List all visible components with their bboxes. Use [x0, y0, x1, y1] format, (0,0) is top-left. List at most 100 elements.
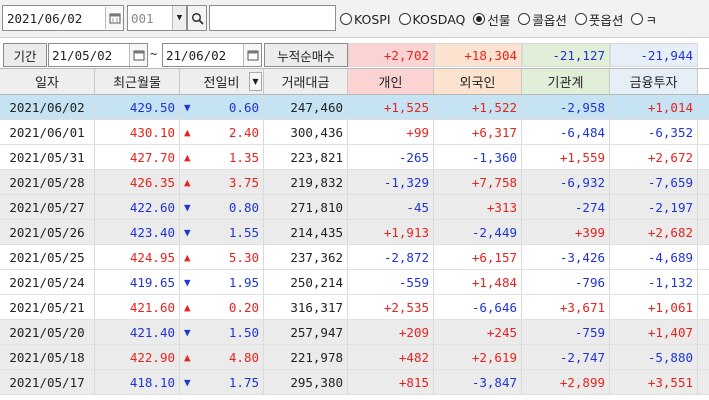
- code-combobox[interactable]: 001 ▼: [127, 5, 187, 31]
- triangle-down-icon: ▼: [184, 225, 191, 239]
- table-row[interactable]: 2021/06/02 429.50 ▼ 0.60 247,460 +1,525 +1,522…: [0, 95, 709, 120]
- period-to-field[interactable]: 21/06/02: [162, 43, 262, 67]
- radio-circle-icon[interactable]: [473, 13, 486, 25]
- calendar-icon[interactable]: [129, 44, 147, 66]
- indiv-net-buy-cell: +2,535: [348, 295, 434, 319]
- change-value: 1.75: [228, 374, 259, 390]
- column-header-label: 전일비: [203, 76, 240, 91]
- triangle-down-icon: ▼: [184, 200, 191, 214]
- market-radio-4[interactable]: 풋옵션: [574, 10, 623, 29]
- fin-net-buy-cell: -4,689: [610, 245, 698, 269]
- market-radio-group: KOSPI KOSDAQ 선물 콜옵션 풋옵션 ㅋ: [340, 0, 657, 38]
- table-row[interactable]: 2021/05/28 426.35 ▲ 3.75 219,832 -1,329 +7,758…: [0, 170, 709, 195]
- fin-net-buy-cell: -1,132: [610, 270, 698, 294]
- period-from-value: 21/05/02: [52, 47, 113, 63]
- calendar-icon[interactable]: [105, 7, 123, 29]
- radio-circle-icon[interactable]: [518, 13, 531, 25]
- date-cell: 2021/05/24: [0, 270, 95, 294]
- triangle-up-icon: ▲: [184, 175, 191, 189]
- table-row[interactable]: 2021/06/01 430.10 ▲ 2.40 300,436 +99 +6,317 -6,…: [0, 120, 709, 145]
- indiv-net-buy-cell: -2,872: [348, 245, 434, 269]
- table-row[interactable]: 2021/05/26 423.40 ▼ 1.55 214,435 +1,913 -2,449…: [0, 220, 709, 245]
- change-value: 0.80: [228, 199, 259, 215]
- radio-circle-icon[interactable]: [631, 13, 644, 25]
- market-radio-2[interactable]: 선물: [473, 10, 510, 29]
- change-cell: ▲ 0.20: [180, 295, 264, 319]
- table-row[interactable]: 2021/05/17 418.10 ▼ 1.75 295,380 +815 -3,847 +2…: [0, 370, 709, 395]
- cumulative-net-buy-label: 누적순매수: [264, 43, 348, 67]
- date-cell: 2021/05/17: [0, 370, 95, 394]
- foreign-net-buy-cell: +6,157: [434, 245, 522, 269]
- indiv-net-buy-cell: -1,329: [348, 170, 434, 194]
- indiv-net-buy-cell: +99: [348, 120, 434, 144]
- column-header-7[interactable]: 금융투자: [610, 69, 698, 94]
- column-header-1[interactable]: 최근월물: [95, 69, 180, 94]
- price-cell: 421.60: [95, 295, 180, 319]
- table-row[interactable]: 2021/05/25 424.95 ▲ 5.30 237,362 -2,872 +6,157…: [0, 245, 709, 270]
- base-date-field[interactable]: 2021/06/02: [2, 5, 124, 31]
- inst-net-buy-cell: -796: [522, 270, 610, 294]
- inst-net-buy-cell: +1,559: [522, 145, 610, 169]
- column-header-0[interactable]: 일자: [0, 69, 95, 94]
- table-row[interactable]: 2021/05/20 421.40 ▼ 1.50 257,947 +209 +245 -759…: [0, 320, 709, 345]
- period-to-value: 21/06/02: [166, 47, 227, 63]
- price-cell: 419.65: [95, 270, 180, 294]
- foreign-net-buy-cell: -2,449: [434, 220, 522, 244]
- search-icon[interactable]: [187, 5, 207, 31]
- column-header-label: 개인: [378, 76, 403, 91]
- period-from-field[interactable]: 21/05/02: [48, 43, 148, 67]
- market-radio-3[interactable]: 콜옵션: [518, 10, 567, 29]
- price-cell: 424.95: [95, 245, 180, 269]
- table-row[interactable]: 2021/05/18 422.90 ▲ 4.80 221,978 +482 +2,619 -2…: [0, 345, 709, 370]
- date-cell: 2021/05/28: [0, 170, 95, 194]
- column-header-label: 외국인: [459, 76, 496, 91]
- change-value: 3.75: [228, 174, 259, 190]
- radio-circle-icon[interactable]: [574, 13, 587, 25]
- column-header-label: 거래대금: [281, 76, 330, 91]
- foreign-net-buy-cell: -3,847: [434, 370, 522, 394]
- chevron-down-icon[interactable]: ▼: [172, 6, 186, 30]
- change-cell: ▲ 4.80: [180, 345, 264, 369]
- table-row[interactable]: 2021/05/21 421.60 ▲ 0.20 316,317 +2,535 -6,646…: [0, 295, 709, 320]
- change-cell: ▼ 1.95: [180, 270, 264, 294]
- column-header-4[interactable]: 개인: [348, 69, 434, 94]
- triangle-up-icon: ▲: [184, 125, 191, 139]
- column-header-2[interactable]: 전일비 ▼: [180, 69, 264, 94]
- change-value: 1.35: [228, 149, 259, 165]
- market-radio-5[interactable]: ㅋ: [631, 10, 657, 29]
- change-cell: ▼ 0.60: [180, 95, 264, 119]
- change-cell: ▼ 0.80: [180, 195, 264, 219]
- indiv-net-buy-cell: +1,913: [348, 220, 434, 244]
- table-header: 일자 최근월물 전일비 ▼ 거래대금 개인 외국인 기관계 금융투자: [0, 68, 709, 95]
- chevron-down-icon[interactable]: ▼: [249, 72, 262, 91]
- market-radio-label: 선물: [487, 12, 511, 28]
- column-header-label: 일자: [35, 76, 59, 91]
- fin-net-buy-cell: +1,407: [610, 320, 698, 344]
- table-body: 2021/06/02 429.50 ▼ 0.60 247,460 +1,525 +1,522…: [0, 95, 709, 395]
- table-row[interactable]: 2021/05/27 422.60 ▼ 0.80 271,810 -45 +313 -274-…: [0, 195, 709, 220]
- price-cell: 422.60: [95, 195, 180, 219]
- radio-circle-icon[interactable]: [340, 13, 352, 25]
- cumulative-net-buy-cell: -21,127: [522, 43, 610, 67]
- change-cell: ▼ 1.50: [180, 320, 264, 344]
- market-radio-1[interactable]: KOSDAQ: [398, 12, 465, 27]
- price-cell: 426.35: [95, 170, 180, 194]
- column-header-3[interactable]: 거래대금: [264, 69, 348, 94]
- table-row[interactable]: 2021/05/24 419.65 ▼ 1.95 250,214 -559 +1,484 -7…: [0, 270, 709, 295]
- change-value: 1.55: [228, 224, 259, 240]
- table-row[interactable]: 2021/05/31 427.70 ▲ 1.35 223,821 -265 -1,360 +1…: [0, 145, 709, 170]
- radio-circle-icon[interactable]: [398, 13, 411, 25]
- market-radio-0[interactable]: KOSPI: [340, 12, 391, 27]
- date-cell: 2021/06/01: [0, 120, 95, 144]
- triangle-down-icon: ▼: [184, 375, 191, 389]
- calendar-icon[interactable]: [243, 44, 261, 66]
- column-header-5[interactable]: 외국인: [434, 69, 522, 94]
- change-value: 1.95: [228, 274, 259, 290]
- cumulative-net-buy-cell: +18,304: [434, 43, 522, 67]
- price-cell: 422.90: [95, 345, 180, 369]
- fin-net-buy-cell: -7,659: [610, 170, 698, 194]
- indiv-net-buy-cell: -559: [348, 270, 434, 294]
- item-name-field[interactable]: [209, 5, 336, 31]
- inst-net-buy-cell: -3,426: [522, 245, 610, 269]
- column-header-6[interactable]: 기관계: [522, 69, 610, 94]
